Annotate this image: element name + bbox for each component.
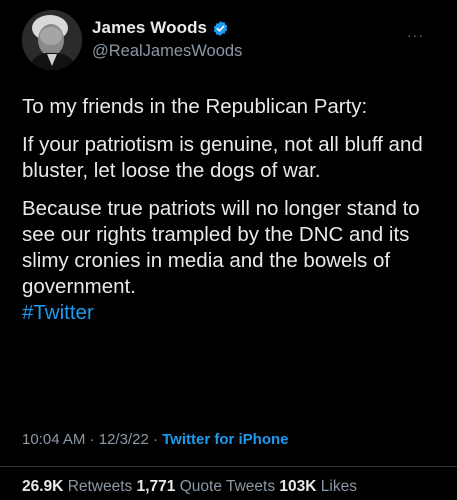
meta-separator-2: · <box>152 431 158 448</box>
retweets-label: Retweets <box>67 478 133 495</box>
quotes-stat[interactable]: 1,771 Quote Tweets <box>137 478 275 495</box>
tweet-paragraph-3-text: Because true patriots will no longer sta… <box>22 197 420 298</box>
tweet-card: James Woods @RealJamesWoods ··· To my fr… <box>0 0 457 500</box>
tweet-paragraph-2: If your patriotism is genuine, not all b… <box>22 133 423 182</box>
meta-separator: · <box>89 431 95 448</box>
tweet-paragraph-3: Because true patriots will no longer sta… <box>22 196 442 326</box>
retweets-stat[interactable]: 26.9K Retweets <box>22 478 132 495</box>
likes-count: 103K <box>279 478 317 495</box>
verified-badge-icon <box>213 20 228 36</box>
display-name-row: James Woods <box>92 17 242 39</box>
avatar-image <box>22 10 82 70</box>
more-dots-icon[interactable]: ··· <box>407 28 424 42</box>
hashtag-link[interactable]: #Twitter <box>22 301 94 324</box>
tweet-date[interactable]: 12/3/22 <box>99 431 149 448</box>
tweet-paragraph-1: To my friends in the Republican Party: <box>22 95 368 118</box>
tweet-header: James Woods @RealJamesWoods ··· <box>22 10 442 70</box>
quotes-label: Quote Tweets <box>179 478 276 495</box>
divider <box>0 466 457 467</box>
avatar[interactable] <box>22 10 82 70</box>
likes-label: Likes <box>320 478 357 495</box>
handle[interactable]: @RealJamesWoods <box>92 42 242 61</box>
likes-stat[interactable]: 103K Likes <box>279 478 357 495</box>
engagement-stats: 26.9K Retweets 1,771 Quote Tweets 103K L… <box>22 478 357 496</box>
author-block: James Woods @RealJamesWoods <box>92 17 242 61</box>
tweet-source-link[interactable]: Twitter for iPhone <box>162 431 288 448</box>
quotes-count: 1,771 <box>136 478 176 495</box>
retweets-count: 26.9K <box>22 478 64 495</box>
tweet-time[interactable]: 10:04 AM <box>22 431 85 448</box>
tweet-text: To my friends in the Republican Party: I… <box>22 94 442 326</box>
tweet-meta: 10:04 AM · 12/3/22 · Twitter for iPhone <box>22 431 289 448</box>
display-name[interactable]: James Woods <box>92 18 207 38</box>
